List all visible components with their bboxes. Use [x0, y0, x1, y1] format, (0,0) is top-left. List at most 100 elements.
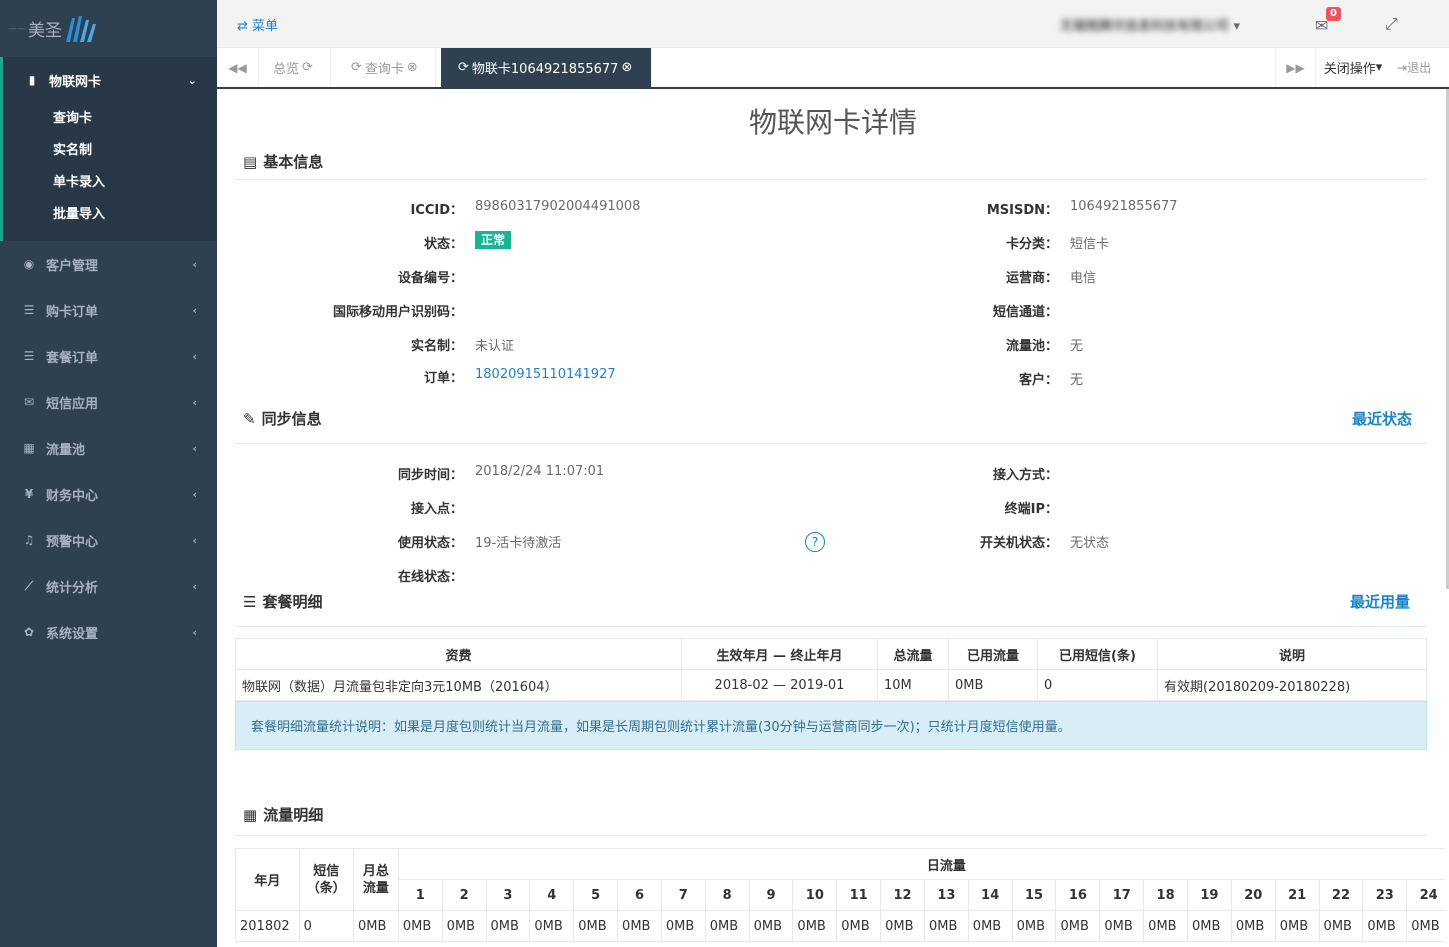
sidebar-item-label: 统计分析 [46, 580, 99, 596]
forward-icon: ▶▶ [1286, 60, 1305, 75]
user-circle-icon: ◉ [23, 257, 35, 271]
sidebar-group-iot-card: ▮ 物联网卡 ⌄ 查询卡 实名制 单卡录入 批量导入 [0, 57, 217, 241]
customer-value: 无 [1070, 373, 1084, 388]
realname-label: 实名制： [410, 339, 463, 354]
table-cell: 物联网（数据）月流量包非定向3元10MB（201604） [235, 669, 682, 701]
refresh-icon[interactable]: ⟳ [458, 60, 469, 75]
table-cell: 0MB [660, 910, 706, 942]
table-row: 201802 0 0MB 0MB 0MB 0MB 0MB 0MB 0MB 0MB 0MB 0MB… [235, 910, 1445, 942]
iccid-value: 89860317902004491008 [475, 199, 641, 214]
refresh-icon[interactable]: ⟳ [351, 60, 362, 75]
day-column-header: 20 [1230, 879, 1276, 911]
plug-icon: ✎ [243, 410, 256, 428]
table-cell: 0MB [1230, 910, 1276, 942]
sidebar-item-iot-card[interactable]: ▮ 物联网卡 ⌄ [3, 57, 217, 103]
day-column-header: 16 [1055, 879, 1101, 911]
tab-label: 查询卡 [364, 62, 404, 77]
tab-overview[interactable]: 总览 ⟳ [259, 48, 331, 87]
chevron-down-icon: ⌄ [187, 73, 197, 87]
list-icon: ☰ [23, 349, 35, 363]
close-ops-dropdown[interactable]: 关闭操作 ▾ [1315, 48, 1390, 87]
close-circle-icon[interactable]: ⊗ [407, 60, 418, 75]
sidebar-subitem-realname[interactable]: 实名制 [3, 135, 217, 167]
section-title: 流量明细 [263, 806, 324, 824]
table-cell: 0 [1037, 669, 1158, 701]
order-label: 订单： [423, 371, 463, 386]
help-icon[interactable]: ? [805, 532, 825, 552]
sidebar-item-alerts[interactable]: ♫ 预警中心 ‹ [0, 517, 217, 563]
menu-toggle-button[interactable]: ⇄ 菜单 [237, 15, 278, 34]
sidebar-item-label: 套餐订单 [46, 350, 99, 366]
logo-text: 美圣 [28, 21, 62, 41]
power-status-label: 开关机状态： [979, 536, 1058, 551]
column-header: 生效年月 — 终止年月 [681, 638, 878, 670]
access-mode-label: 接入方式： [992, 468, 1058, 483]
column-header: 年月 [235, 848, 300, 911]
day-column-header: 6 [617, 879, 662, 911]
sidebar-item-label: 客户管理 [46, 258, 99, 274]
column-header: 短信（条） [298, 848, 354, 911]
sidebar-subitem-batch-import[interactable]: 批量导入 [3, 199, 217, 231]
sidebar-item-card-orders[interactable]: ☰ 购卡订单 ‹ [0, 287, 217, 333]
column-header: 月总流量 [352, 848, 399, 911]
day-column-header: 18 [1143, 879, 1189, 911]
logout-button[interactable]: ⇥ 退出 [1397, 48, 1431, 87]
topbar: ⇄ 菜单 无锡图腾讯信息科技有限公司 ▾ ✉ 0 ⤢ [217, 0, 1449, 48]
table-cell: 0MB [529, 910, 575, 942]
section-sync-info: ✎ 同步信息 [243, 408, 322, 429]
sidebar: —— 美圣 ▮ 物联网卡 ⌄ 查询卡 实名制 单卡录入 批量导入 ◉ 客户管理 ‹ … [0, 0, 217, 947]
tab-scroll-left-button[interactable]: ◀◀ [217, 48, 259, 87]
tab-scroll-right-button[interactable]: ▶▶ [1275, 48, 1315, 87]
sim-card-icon: ▮ [28, 73, 36, 87]
table-cell: 0MB [704, 910, 750, 942]
chevron-left-icon: ‹ [192, 579, 197, 593]
day-column-header: 12 [880, 879, 925, 911]
sidebar-item-sms[interactable]: ✉ 短信应用 ‹ [0, 379, 217, 425]
table-cell: 0MB [397, 910, 443, 942]
tab-bar: ◀◀ 总览 ⟳ ⟳ 查询卡 ⊗ ⟳ 物联卡1064921855677 ⊗ ▶▶ 关闭操作 ▾… [217, 48, 1449, 89]
customer-label: 客户： [1018, 373, 1058, 388]
refresh-icon[interactable]: ⟳ [302, 60, 313, 75]
sidebar-subitem-query-card[interactable]: 查询卡 [3, 103, 217, 135]
column-header: 日流量 [397, 848, 1445, 880]
company-dropdown[interactable]: 无锡图腾讯信息科技有限公司 ▾ [1060, 15, 1240, 34]
sidebar-item-stats[interactable]: ⟋ 统计分析 ‹ [0, 563, 217, 609]
sidebar-item-customers[interactable]: ◉ 客户管理 ‹ [0, 241, 217, 287]
tab-query-card[interactable]: ⟳ 查询卡 ⊗ [334, 48, 436, 87]
tab-iot-card-detail[interactable]: ⟳ 物联卡1064921855677 ⊗ [441, 48, 652, 87]
close-circle-icon[interactable]: ⊗ [621, 60, 632, 75]
section-title: 同步信息 [261, 410, 322, 428]
sidebar-item-label: 系统设置 [46, 626, 99, 642]
usage-status-value: 19-活卡待激活 [475, 536, 562, 551]
order-link[interactable]: 18020915110141927 [475, 367, 616, 382]
tab-label: 物联卡1064921855677 [471, 62, 619, 77]
sidebar-item-label: 财务中心 [46, 488, 99, 504]
sidebar-subitem-single-entry[interactable]: 单卡录入 [3, 167, 217, 199]
recent-usage-link[interactable]: 最近用量 [1350, 591, 1410, 612]
sidebar-item-package-orders[interactable]: ☰ 套餐订单 ‹ [0, 333, 217, 379]
table-cell: 10M [877, 669, 949, 701]
swap-icon: ⇄ [237, 19, 248, 34]
card-type-value: 短信卡 [1070, 237, 1110, 252]
yen-icon: ¥ [24, 487, 34, 501]
sidebar-item-flow-pool[interactable]: ▦ 流量池 ‹ [0, 425, 217, 471]
day-column-header: 4 [529, 879, 575, 911]
section-title: 基本信息 [263, 153, 324, 171]
column-header: 已用流量 [948, 638, 1038, 670]
sync-time-label: 同步时间： [397, 468, 463, 483]
table-cell: 0MB [1099, 910, 1145, 942]
sidebar-item-settings[interactable]: ✿ 系统设置 ‹ [0, 609, 217, 655]
sidebar-item-label: 购卡订单 [46, 304, 99, 320]
table-cell: 0 [298, 910, 354, 942]
table-cell: 0MB [1362, 910, 1408, 942]
sidebar-item-label: 短信应用 [46, 396, 99, 412]
chevron-left-icon: ‹ [192, 625, 197, 639]
table-cell: 0MB [1143, 910, 1189, 942]
usage-status-label: 使用状态： [397, 536, 463, 551]
apn-label: 接入点： [410, 502, 463, 517]
sidebar-item-finance[interactable]: ¥ 财务中心 ‹ [0, 471, 217, 517]
imsi-label: 国际移动用户识别码： [332, 305, 463, 320]
fullscreen-icon[interactable]: ⤢ [1385, 14, 1398, 34]
recent-status-link[interactable]: 最近状态 [1352, 408, 1412, 429]
day-column-header: 7 [660, 879, 706, 911]
